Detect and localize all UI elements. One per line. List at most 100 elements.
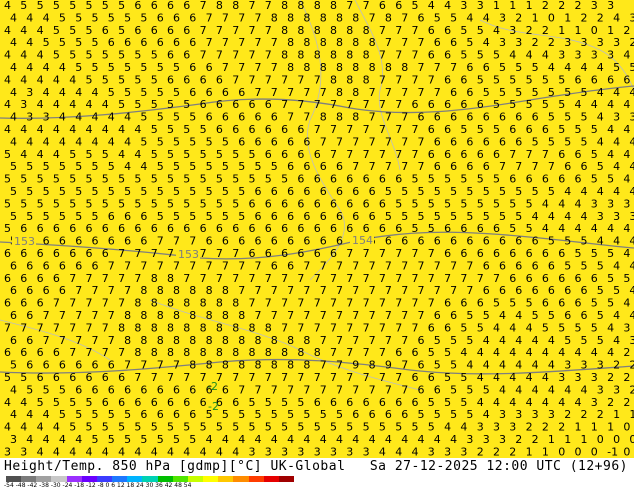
temperature-value: 3 — [532, 408, 539, 421]
temperature-value: 5 — [4, 148, 11, 161]
temperature-value: 3 — [613, 383, 620, 396]
temperature-value: 4 — [558, 222, 565, 235]
temperature-value: 5 — [450, 11, 457, 24]
temperature-value: 6 — [581, 309, 588, 322]
temperature-value: 6 — [222, 86, 229, 99]
temperature-value: 4 — [564, 383, 571, 396]
temperature-value: 6 — [499, 135, 506, 148]
temperature-value: 6 — [395, 396, 402, 409]
temperature-value: 4 — [102, 445, 109, 458]
temperature-value: 5 — [183, 148, 190, 161]
temperature-value: 7 — [395, 148, 402, 161]
temperature-value: 7 — [140, 359, 147, 372]
temperature-value: 2 — [509, 445, 516, 458]
temperature-value: 6 — [379, 0, 386, 12]
temperature-value: 8 — [297, 49, 304, 62]
temperature-value: 4 — [108, 111, 115, 124]
temperature-value: 5 — [189, 160, 196, 173]
temperature-value: 4 — [37, 445, 44, 458]
temperature-value: 4 — [10, 86, 17, 99]
temperature-value: 5 — [43, 36, 50, 49]
temperature-value: 7 — [395, 73, 402, 86]
temperature-value: 5 — [173, 86, 180, 99]
temperature-value: 2 — [623, 371, 630, 384]
temperature-value: 6 — [428, 321, 435, 334]
temperature-value: 5 — [151, 123, 158, 136]
temperature-value: 6 — [134, 24, 141, 37]
temperature-value: 7 — [157, 235, 164, 248]
temperature-value: 4 — [20, 24, 27, 37]
temperature-value: 6 — [515, 135, 522, 148]
temperature-value: 5 — [157, 135, 164, 148]
temperature-value: 4 — [526, 321, 533, 334]
temperature-value: 6 — [515, 259, 522, 272]
temperature-value: 7 — [346, 346, 353, 359]
temperature-value: 8 — [249, 321, 256, 334]
temperature-value: 5 — [515, 210, 522, 223]
temperature-value: 4 — [477, 346, 484, 359]
temperature-value: 5 — [483, 210, 490, 223]
temperature-value: 8 — [281, 0, 288, 12]
temperature-value: 2 — [515, 11, 522, 24]
color-scale-swatch — [248, 476, 264, 482]
temperature-value: 4 — [10, 111, 17, 124]
temperature-value: 6 — [509, 247, 516, 260]
temperature-value: 4 — [623, 173, 630, 186]
temperature-value: 6 — [37, 346, 44, 359]
temperature-value: 5 — [542, 73, 549, 86]
temperature-value: 5 — [157, 433, 164, 446]
geopotential-label: 153 — [178, 248, 199, 261]
temperature-value: 6 — [385, 408, 392, 421]
temperature-value: 6 — [75, 359, 82, 372]
weather-map: 4555555566667887788887766544331112223344… — [0, 0, 634, 458]
temperature-value: 3 — [629, 210, 634, 223]
temperature-value: 7 — [255, 309, 262, 322]
temperature-value: 7 — [238, 383, 245, 396]
temperature-value: 7 — [118, 297, 125, 310]
temperature-value: 6 — [493, 148, 500, 161]
temperature-value: 4 — [43, 408, 50, 421]
temperature-value: 6 — [515, 111, 522, 124]
temperature-value: 5 — [167, 421, 174, 434]
temperature-value: 5 — [418, 185, 425, 198]
temperature-value: 4 — [124, 160, 131, 173]
temperature-value: 6 — [287, 235, 294, 248]
temperature-value: 3 — [575, 371, 582, 384]
temperature-value: 5 — [157, 111, 164, 124]
temperature-value: 8 — [183, 346, 190, 359]
temperature-value: 7 — [173, 259, 180, 272]
temperature-value: 6 — [271, 111, 278, 124]
temperature-value: 7 — [548, 160, 555, 173]
temperature-value: 5 — [558, 73, 565, 86]
temperature-value: 3 — [629, 334, 634, 347]
temperature-value: 5 — [434, 359, 441, 372]
temperature-value: 6 — [265, 123, 272, 136]
temperature-value: 6 — [401, 235, 408, 248]
temperature-value: 2 — [629, 383, 634, 396]
temperature-value: 5 — [216, 421, 223, 434]
temperature-value: 6 — [591, 272, 598, 285]
temperature-value: 4 — [75, 135, 82, 148]
temperature-value: 5 — [189, 135, 196, 148]
temperature-value: 3 — [581, 36, 588, 49]
temperature-value: 6 — [265, 222, 272, 235]
temperature-value: 7 — [134, 247, 141, 260]
temperature-value: 6 — [542, 247, 549, 260]
temperature-value: 6 — [499, 284, 506, 297]
temperature-value: 7 — [249, 297, 256, 310]
temperature-value: 6 — [460, 148, 467, 161]
temperature-value: 2 — [575, 0, 582, 12]
temperature-value: 8 — [151, 272, 158, 285]
temperature-value: 7 — [363, 0, 370, 12]
temperature-value: 4 — [493, 396, 500, 409]
temperature-value: 7 — [281, 73, 288, 86]
temperature-value: 2 — [532, 433, 539, 446]
temperature-value: 4 — [493, 24, 500, 37]
temperature-value: 3 — [558, 371, 565, 384]
temperature-value: 7 — [336, 383, 343, 396]
temperature-value: 5 — [526, 222, 533, 235]
temperature-value: 6 — [140, 408, 147, 421]
temperature-value: 6 — [346, 173, 353, 186]
temperature-value: 5 — [10, 185, 17, 198]
temperature-values: 4 5 5 5 5 5 5 5 6 6 6 6 7 8 8 7 7 8 8 8 8 7 7 6 6 5 4 4 3 3 1 1 1 2 2 2 3 34 4… — [4, 0, 634, 458]
